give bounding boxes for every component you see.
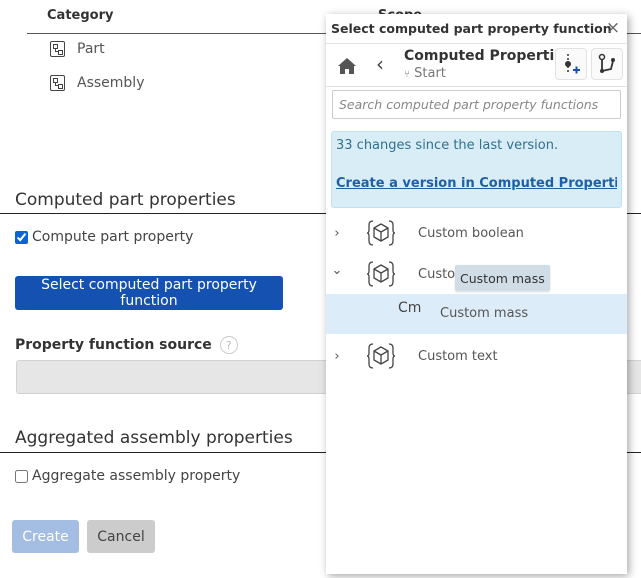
chevron-right-icon[interactable]: › [331, 226, 343, 241]
function-cube-icon [366, 261, 396, 287]
create-version-link[interactable]: Create a version in Computed Properties … [336, 176, 617, 191]
field-label-text: Property function source [15, 337, 212, 353]
branch-icon: ⑂ [404, 69, 410, 80]
tooltip: Custom mass [455, 265, 550, 291]
category-row-part[interactable]: Part [50, 41, 105, 57]
checkbox-label: Compute part property [32, 229, 194, 245]
function-cube-icon [366, 343, 396, 369]
aggregate-assembly-property-checkbox-row[interactable]: Aggregate assembly property [15, 468, 240, 484]
item-label: Custom boolean [418, 225, 524, 241]
computed-section-title: Computed part properties [15, 190, 236, 210]
document-nav-row: ‹ Computed Properti... ⑂ Start [326, 44, 627, 86]
select-function-button[interactable]: Select computed part property function [15, 276, 283, 310]
tree-item-custom-text[interactable]: › Custom text [326, 337, 627, 375]
category-column-header: Category [47, 8, 114, 23]
compute-part-property-checkbox-row[interactable]: Compute part property [15, 229, 193, 245]
panel-title: Select computed part property function [331, 21, 612, 36]
create-version-button[interactable] [555, 48, 587, 80]
checkbox-label: Aggregate assembly property [32, 468, 241, 484]
search-input[interactable] [332, 90, 621, 119]
chevron-down-icon[interactable]: ⌄ [331, 263, 343, 278]
tree-item-custom-boolean[interactable]: › Custom boolean [326, 214, 627, 252]
help-icon[interactable]: ? [219, 336, 238, 354]
create-button[interactable]: Create [12, 520, 79, 553]
subitem-label: Custom mass [440, 306, 529, 321]
function-cube-icon [366, 220, 396, 246]
panel-divider [326, 86, 627, 87]
cancel-button[interactable]: Cancel [87, 520, 155, 553]
compute-part-property-checkbox[interactable] [15, 230, 28, 244]
function-abbrev: Cm [398, 300, 422, 316]
select-function-panel: Select computed part property function ×… [326, 14, 627, 574]
branch-name: Start [414, 66, 446, 81]
category-label: Part [77, 41, 105, 57]
chevron-right-icon[interactable]: › [331, 349, 343, 364]
tree-structure-icon [50, 41, 65, 57]
branch-indicator: ⑂ Start [404, 66, 446, 81]
close-icon[interactable]: × [605, 20, 621, 37]
tree-structure-icon [50, 75, 65, 91]
document-name: Computed Properti... [404, 48, 571, 64]
branch-button[interactable] [591, 48, 623, 80]
aggregated-section-title: Aggregated assembly properties [15, 428, 293, 448]
item-label: Custom text [418, 348, 498, 364]
property-function-source-label: Property function source ? [15, 336, 238, 354]
aggregate-assembly-property-checkbox[interactable] [15, 469, 28, 483]
version-add-icon [565, 54, 580, 74]
version-info-banner: 33 changes since the last version. Creat… [331, 131, 622, 208]
back-chevron-icon[interactable]: ‹ [376, 54, 384, 74]
tree-subitem-custom-mass[interactable]: Cm Custom mass [326, 294, 627, 334]
category-row-assembly[interactable]: Assembly [50, 75, 144, 91]
branch-icon [598, 53, 615, 73]
category-label: Assembly [77, 75, 145, 91]
changes-message: 33 changes since the last version. [336, 138, 559, 153]
home-icon[interactable] [337, 57, 357, 75]
